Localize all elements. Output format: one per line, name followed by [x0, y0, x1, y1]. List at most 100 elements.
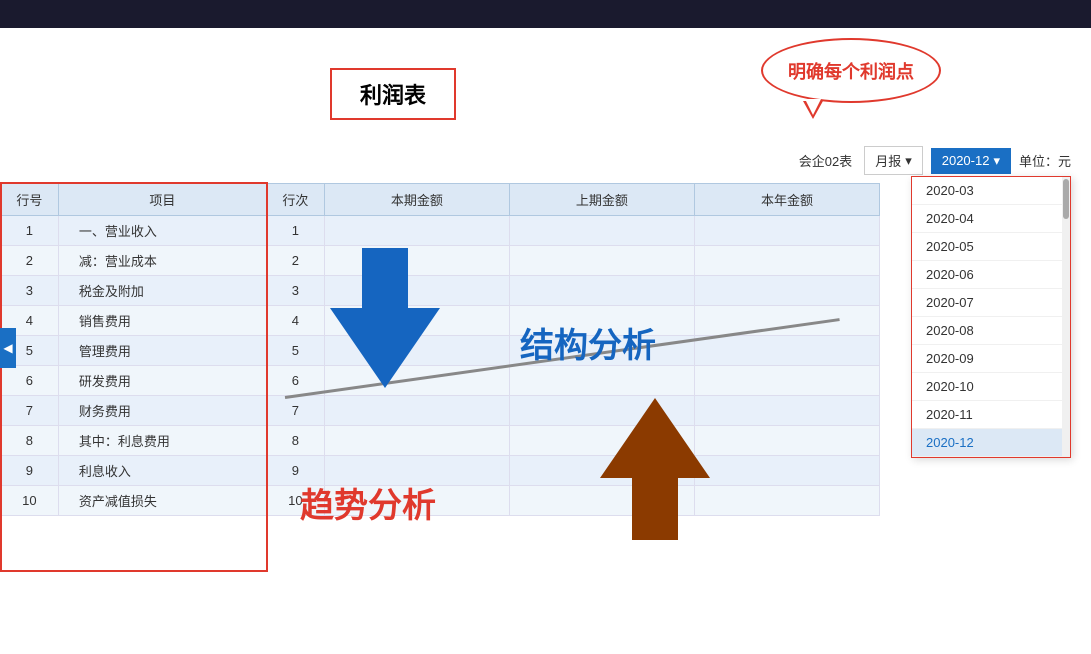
cell-prior	[509, 276, 694, 306]
table-wrapper: 行号 项目 行次 本期金额 上期金额 本年金额 1 一、营业收入 1 2 减：营…	[0, 183, 880, 516]
dropdown-panel: 2020-032020-042020-052020-062020-072020-…	[911, 176, 1071, 458]
table-header-row: 行号 项目 行次 本期金额 上期金额 本年金额	[1, 184, 880, 216]
dropdown-item[interactable]: 2020-06	[912, 261, 1070, 289]
cell-yearly	[694, 486, 879, 516]
period-type-chevron: ▾	[905, 153, 912, 169]
col-header-yearly: 本年金额	[694, 184, 879, 216]
cell-seq: 7	[267, 396, 325, 426]
cell-yearly	[694, 366, 879, 396]
arrow-up-brown	[600, 398, 710, 478]
cell-name: 销售费用	[58, 306, 266, 336]
company-label: 会企02表	[799, 151, 852, 170]
cell-yearly	[694, 276, 879, 306]
cell-seq: 8	[267, 426, 325, 456]
cell-name: 资产减值损失	[58, 486, 266, 516]
cell-id: 9	[1, 456, 59, 486]
cell-id: 10	[1, 486, 59, 516]
dropdown-item[interactable]: 2020-12	[912, 429, 1070, 457]
cell-prior	[509, 216, 694, 246]
cell-name: 减：营业成本	[58, 246, 266, 276]
main-content: 明确每个利润点 利润表 会企02表 月报 ▾ 2020-12 ▾ 单位：元 行号…	[0, 28, 1091, 654]
cell-yearly	[694, 396, 879, 426]
structure-analysis-text: 结构分析	[520, 318, 656, 367]
table-row: 9 利息收入 9	[1, 456, 880, 486]
cell-yearly	[694, 426, 879, 456]
col-header-seq: 行次	[267, 184, 325, 216]
cell-id: 8	[1, 426, 59, 456]
cell-yearly	[694, 246, 879, 276]
table-row: 7 财务费用 7	[1, 396, 880, 426]
cell-yearly	[694, 216, 879, 246]
cell-id: 3	[1, 276, 59, 306]
top-bar	[0, 0, 1091, 28]
controls-bar: 会企02表 月报 ▾ 2020-12 ▾ 单位：元	[799, 146, 1071, 175]
arrow-up-brown-shaft	[632, 475, 678, 540]
cell-current	[324, 216, 509, 246]
dropdown-scrollbar[interactable]	[1062, 177, 1070, 457]
callout-bubble: 明确每个利润点	[761, 38, 941, 103]
dropdown-item[interactable]: 2020-08	[912, 317, 1070, 345]
cell-name: 财务费用	[58, 396, 266, 426]
side-expand-tab[interactable]: ◀	[0, 328, 16, 368]
dropdown-item[interactable]: 2020-03	[912, 177, 1070, 205]
dropdown-item[interactable]: 2020-11	[912, 401, 1070, 429]
cell-name: 一、营业收入	[58, 216, 266, 246]
callout-text: 明确每个利润点	[788, 58, 914, 84]
cell-current	[324, 276, 509, 306]
cell-seq: 3	[267, 276, 325, 306]
cell-yearly	[694, 456, 879, 486]
profit-table: 行号 项目 行次 本期金额 上期金额 本年金额 1 一、营业收入 1 2 减：营…	[0, 183, 880, 516]
period-type-select[interactable]: 月报 ▾	[864, 146, 923, 175]
cell-name: 税金及附加	[58, 276, 266, 306]
selected-period-chevron: ▾	[993, 153, 1000, 169]
table-row: 10 资产减值损失 10	[1, 486, 880, 516]
cell-seq: 4	[267, 306, 325, 336]
period-type-label: 月报	[875, 151, 901, 170]
dropdown-items: 2020-032020-042020-052020-062020-072020-…	[912, 177, 1070, 457]
cell-id: 2	[1, 246, 59, 276]
dropdown-scrollbar-thumb	[1063, 179, 1069, 219]
cell-yearly	[694, 306, 879, 336]
table-row: 2 减：营业成本 2	[1, 246, 880, 276]
table-row: 5 管理费用 5	[1, 336, 880, 366]
col-header-prior: 上期金额	[509, 184, 694, 216]
selected-period-select[interactable]: 2020-12 ▾	[931, 148, 1011, 174]
dropdown-item[interactable]: 2020-09	[912, 345, 1070, 373]
cell-name: 其中：利息费用	[58, 426, 266, 456]
trend-analysis-text: 趋势分析	[300, 478, 436, 527]
title-box: 利润表	[330, 68, 456, 120]
cell-current	[324, 246, 509, 276]
table-row: 3 税金及附加 3	[1, 276, 880, 306]
dropdown-item[interactable]: 2020-05	[912, 233, 1070, 261]
cell-seq: 1	[267, 216, 325, 246]
cell-seq: 2	[267, 246, 325, 276]
dropdown-item[interactable]: 2020-04	[912, 205, 1070, 233]
cell-prior	[509, 246, 694, 276]
selected-period-label: 2020-12	[942, 153, 990, 168]
cell-current	[324, 426, 509, 456]
unit-label: 单位：元	[1019, 151, 1071, 170]
col-header-current: 本期金额	[324, 184, 509, 216]
cell-seq: 5	[267, 336, 325, 366]
arrow-down-blue	[330, 308, 440, 388]
cell-name: 利息收入	[58, 456, 266, 486]
dropdown-item[interactable]: 2020-07	[912, 289, 1070, 317]
cell-id: 6	[1, 366, 59, 396]
cell-id: 1	[1, 216, 59, 246]
table-row: 8 其中：利息费用 8	[1, 426, 880, 456]
cell-name: 管理费用	[58, 336, 266, 366]
col-header-id: 行号	[1, 184, 59, 216]
expand-icon: ◀	[3, 341, 12, 355]
title-text: 利润表	[360, 83, 426, 108]
cell-current	[324, 396, 509, 426]
table-row: 6 研发费用 6	[1, 366, 880, 396]
arrow-down-blue-shaft	[362, 248, 408, 313]
col-header-name: 项目	[58, 184, 266, 216]
cell-id: 7	[1, 396, 59, 426]
dropdown-item[interactable]: 2020-10	[912, 373, 1070, 401]
cell-yearly	[694, 336, 879, 366]
cell-name: 研发费用	[58, 366, 266, 396]
cell-prior	[509, 366, 694, 396]
table-row: 1 一、营业收入 1	[1, 216, 880, 246]
table-body: 1 一、营业收入 1 2 减：营业成本 2 3 税金及附加 3 4 销售费用 4…	[1, 216, 880, 516]
